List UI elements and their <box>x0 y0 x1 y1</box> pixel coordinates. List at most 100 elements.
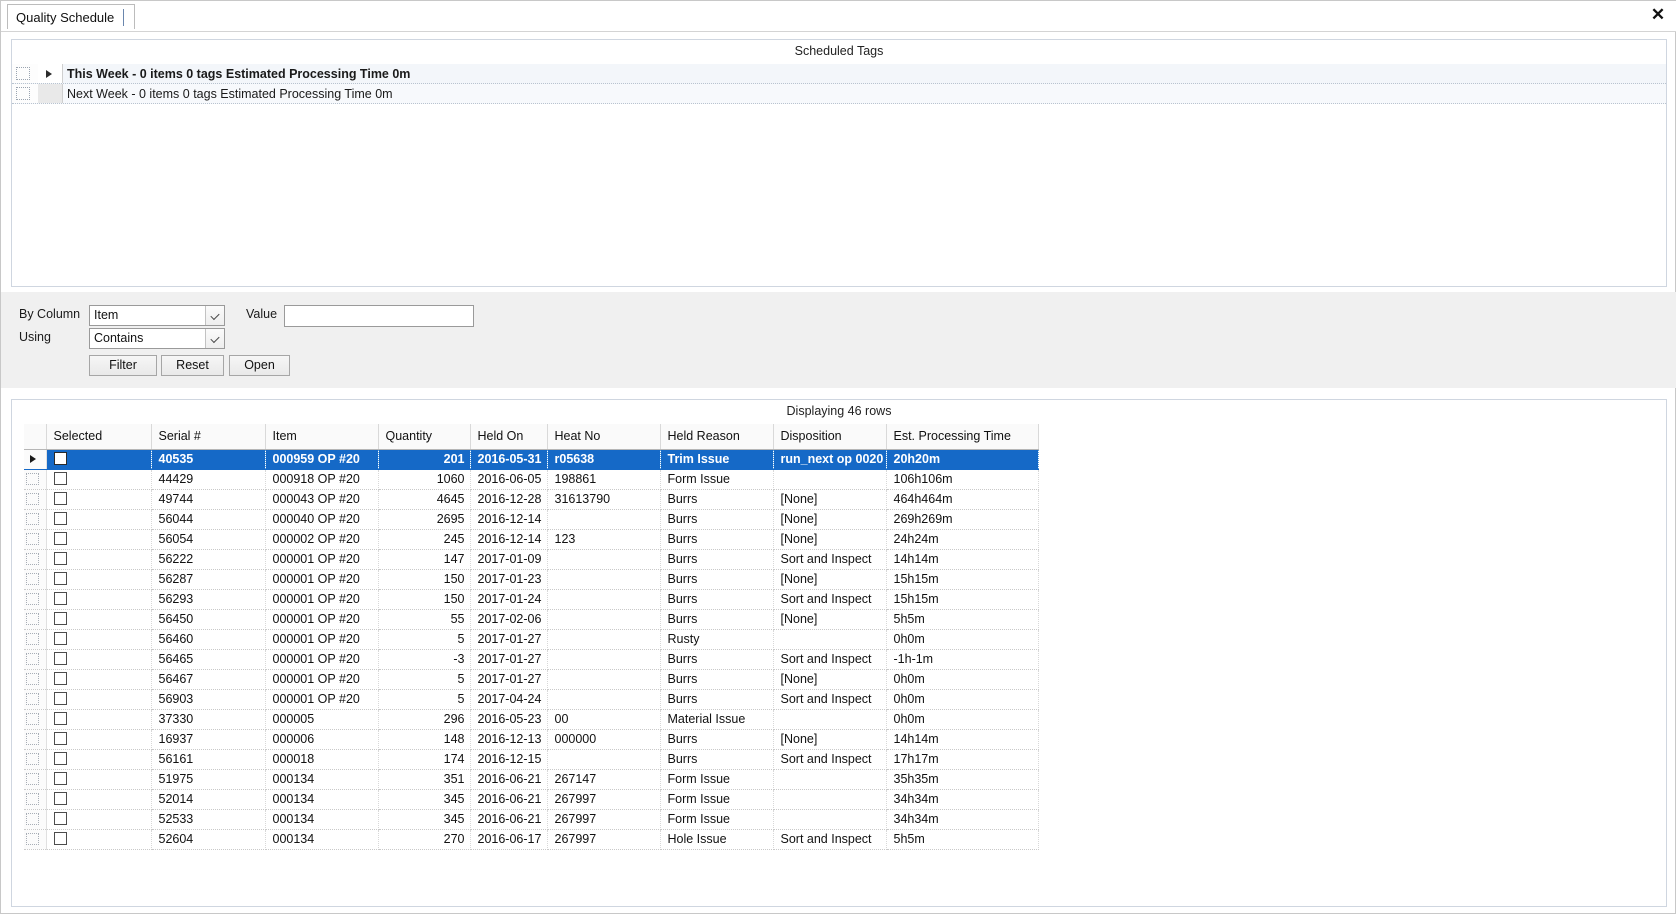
row-header-cell[interactable] <box>24 489 47 510</box>
table-row[interactable]: 56465 000001 OP #20 -3 2017-01-27 Burrs Sort … <box>24 649 1039 670</box>
checkbox-icon[interactable] <box>53 532 67 545</box>
row-select-checkbox-cell[interactable] <box>46 529 152 550</box>
chevron-down-icon[interactable] <box>205 329 224 348</box>
by-column-select[interactable]: Item <box>89 305 225 326</box>
reset-button[interactable]: Reset <box>161 355 224 376</box>
close-icon[interactable]: ✕ <box>1647 4 1669 26</box>
checkbox-icon[interactable] <box>53 772 67 785</box>
column-header-held-reason[interactable]: Held Reason <box>660 424 774 450</box>
table-row[interactable]: 40535 000959 OP #20 201 2016-05-31 r05638 Tri… <box>24 449 1039 470</box>
column-header-item[interactable]: Item <box>265 424 379 450</box>
row-select-checkbox-cell[interactable] <box>46 689 152 710</box>
checkbox-icon[interactable] <box>53 832 67 845</box>
table-row[interactable]: 56450 000001 OP #20 55 2017-02-06 Burrs [None… <box>24 609 1039 630</box>
checkbox-icon[interactable] <box>53 512 67 525</box>
row-select-checkbox-cell[interactable] <box>46 449 152 470</box>
tab-quality-schedule[interactable]: Quality Schedule <box>7 4 136 29</box>
row-header-cell[interactable] <box>24 649 47 670</box>
checkbox-icon[interactable] <box>53 692 67 705</box>
table-row[interactable]: 56903 000001 OP #20 5 2017-04-24 Burrs Sort a… <box>24 689 1039 710</box>
row-select-checkbox-cell[interactable] <box>46 469 152 490</box>
row-header-cell[interactable] <box>24 569 47 590</box>
filter-button[interactable]: Filter <box>89 355 157 376</box>
column-header-disposition[interactable]: Disposition <box>773 424 887 450</box>
row-select-checkbox-cell[interactable] <box>46 589 152 610</box>
checkbox-icon[interactable] <box>53 672 67 685</box>
row-header-cell[interactable] <box>24 729 47 750</box>
row-select-checkbox-cell[interactable] <box>46 569 152 590</box>
checkbox-icon[interactable] <box>53 732 67 745</box>
value-input[interactable] <box>285 306 473 326</box>
table-row[interactable]: 52014 000134 345 2016-06-21 267997 Form Issue… <box>24 789 1039 810</box>
checkbox-icon[interactable] <box>53 812 67 825</box>
table-row[interactable]: 56222 000001 OP #20 147 2017-01-09 Burrs Sort… <box>24 549 1039 570</box>
row-header-cell[interactable] <box>24 749 47 770</box>
table-row[interactable]: 37330 000005 296 2016-05-23 00 Material Issue… <box>24 709 1039 730</box>
row-header-cell[interactable] <box>24 709 47 730</box>
checkbox-icon[interactable] <box>53 792 67 805</box>
row-header-cell[interactable] <box>24 529 47 550</box>
row-select-checkbox-cell[interactable] <box>46 769 152 790</box>
row-select-checkbox-cell[interactable] <box>46 509 152 530</box>
row-header-cell[interactable] <box>24 589 47 610</box>
checkbox-icon[interactable] <box>53 632 67 645</box>
checkbox-icon[interactable] <box>53 592 67 605</box>
chevron-down-icon[interactable] <box>205 306 224 325</box>
table-row[interactable]: 56161 000018 174 2016-12-15 Burrs Sort and In… <box>24 749 1039 770</box>
value-input-wrapper[interactable] <box>284 305 474 327</box>
column-header-selected[interactable]: Selected <box>46 424 152 450</box>
table-row[interactable]: 16937 000006 148 2016-12-13 000000 Burrs [None… <box>24 729 1039 750</box>
table-row[interactable]: 49744 000043 OP #20 4645 2016-12-28 31613790… <box>24 489 1039 510</box>
column-header-quantity[interactable]: Quantity <box>378 424 471 450</box>
row-header-cell[interactable] <box>24 789 47 810</box>
checkbox-icon[interactable] <box>53 552 67 565</box>
table-row[interactable]: 56054 000002 OP #20 245 2016-12-14 123 Burrs[… <box>24 529 1039 550</box>
tree-row-this-week[interactable]: This Week - 0 items 0 tags Estimated Pro… <box>12 64 1666 84</box>
grid-scroll-area[interactable]: Selected Serial # Item Quantity Held On … <box>12 424 1666 906</box>
row-header-cell[interactable] <box>24 609 47 630</box>
table-row[interactable]: 56044 000040 OP #20 2695 2016-12-14 Burrs [No… <box>24 509 1039 530</box>
row-select-checkbox-cell[interactable] <box>46 549 152 570</box>
row-header-cell[interactable] <box>24 549 47 570</box>
row-header-cell[interactable] <box>24 449 47 470</box>
row-select-checkbox-cell[interactable] <box>46 609 152 630</box>
scheduled-tags-tree[interactable]: This Week - 0 items 0 tags Estimated Pro… <box>12 64 1666 104</box>
table-row[interactable]: 51975 000134 351 2016-06-21 267147 Form Issue… <box>24 769 1039 790</box>
table-row[interactable]: 56460 000001 OP #20 5 2017-01-27 Rusty 0h0m <box>24 629 1039 650</box>
row-header-cell[interactable] <box>24 469 47 490</box>
row-select-checkbox-cell[interactable] <box>46 629 152 650</box>
row-header-cell[interactable] <box>24 669 47 690</box>
table-row[interactable]: 52533 000134 345 2016-06-21 267997 Form Issue… <box>24 809 1039 830</box>
row-header-cell[interactable] <box>24 829 47 850</box>
checkbox-icon[interactable] <box>53 472 67 485</box>
table-row[interactable]: 44429 000918 OP #20 1060 2016-06-05 198861 Fo… <box>24 469 1039 490</box>
row-select-checkbox-cell[interactable] <box>46 829 152 850</box>
row-select-checkbox-cell[interactable] <box>46 649 152 670</box>
using-select[interactable]: Contains <box>89 328 225 349</box>
table-row[interactable]: 52604 000134 270 2016-06-17 267997 Hole Issue… <box>24 829 1039 850</box>
row-select-checkbox-cell[interactable] <box>46 729 152 750</box>
column-header-serial[interactable]: Serial # <box>151 424 266 450</box>
checkbox-icon[interactable] <box>53 612 67 625</box>
row-select-checkbox-cell[interactable] <box>46 669 152 690</box>
column-header-est-time[interactable]: Est. Processing Time <box>886 424 1039 450</box>
row-header-cell[interactable] <box>24 509 47 530</box>
row-select-checkbox-cell[interactable] <box>46 489 152 510</box>
row-header-cell[interactable] <box>24 629 47 650</box>
tree-row-next-week[interactable]: Next Week - 0 items 0 tags Estimated Pro… <box>12 84 1666 104</box>
column-header-heat-no[interactable]: Heat No <box>547 424 661 450</box>
table-row[interactable]: 56467 000001 OP #20 5 2017-01-27 Burrs [None]… <box>24 669 1039 690</box>
checkbox-icon[interactable] <box>53 752 67 765</box>
row-header-cell[interactable] <box>24 689 47 710</box>
row-select-checkbox-cell[interactable] <box>46 749 152 770</box>
expander-cell[interactable] <box>38 84 63 103</box>
checkbox-icon[interactable] <box>53 652 67 665</box>
expander-cell[interactable] <box>38 64 63 83</box>
column-header-held-on[interactable]: Held On <box>470 424 548 450</box>
checkbox-icon[interactable] <box>53 452 67 465</box>
checkbox-icon[interactable] <box>53 492 67 505</box>
open-button[interactable]: Open <box>229 355 290 376</box>
row-header-cell[interactable] <box>24 769 47 790</box>
table-row[interactable]: 56293 000001 OP #20 150 2017-01-24 Burrs Sort… <box>24 589 1039 610</box>
row-select-checkbox-cell[interactable] <box>46 809 152 830</box>
